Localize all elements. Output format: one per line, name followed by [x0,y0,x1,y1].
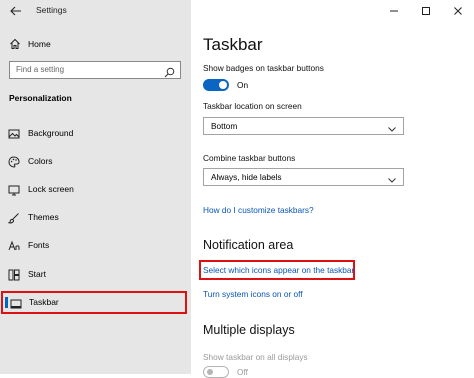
notification-area-heading: Notification area [203,238,294,252]
combine-label: Combine taskbar buttons [203,153,296,163]
sidebar-item-label: Background [28,128,74,138]
search-input[interactable]: Find a setting [9,61,181,79]
sidebar: Settings Home Find a setting Personaliza… [0,0,191,374]
sidebar-item-label: Themes [28,212,59,222]
system-icons-link[interactable]: Turn system icons on or off [203,289,303,299]
home-icon [8,38,21,51]
start-grid-icon [8,268,20,281]
page-title: Taskbar [203,35,263,54]
maximize-icon[interactable] [410,0,442,22]
sidebar-item-taskbar[interactable]: Taskbar [1,291,187,314]
sidebar-item-themes[interactable]: Themes [0,206,191,228]
selected-indicator [5,297,8,308]
sidebar-item-label: Lock screen [28,184,74,194]
sidebar-item-label: Colors [28,156,53,166]
sidebar-item-label: Fonts [28,240,50,250]
search-placeholder: Find a setting [16,65,65,74]
sidebar-item-label: Taskbar [29,297,59,307]
location-dropdown[interactable]: Bottom [203,117,404,135]
sidebar-item-background[interactable]: Background [0,122,191,144]
home-label: Home [28,39,51,49]
all-displays-toggle-state: Off [237,367,248,377]
toggle-knob [207,369,213,375]
home-nav-item[interactable]: Home [8,37,51,51]
location-label: Taskbar location on screen [203,101,302,111]
lock-screen-icon [8,183,20,196]
select-icons-link[interactable]: Select which icons appear on the taskbar [203,265,354,275]
show-on-all-displays-label: Show taskbar on all displays [203,352,308,362]
sidebar-item-label: Start [28,269,46,279]
sidebar-item-start[interactable]: Start [0,263,191,285]
window-title: Settings [36,5,67,15]
sidebar-item-lock-screen[interactable]: Lock screen [0,178,191,200]
palette-icon [8,155,20,168]
section-heading: Personalization [9,93,72,103]
brush-icon [7,211,20,224]
chevron-down-icon [387,121,397,132]
title-bar: Settings [0,0,191,22]
badges-toggle[interactable] [203,79,229,91]
multiple-displays-heading: Multiple displays [203,323,295,337]
font-icon [8,239,20,251]
window-controls [378,0,474,22]
close-icon[interactable] [442,0,474,22]
sidebar-item-fonts[interactable]: Fonts [0,234,191,256]
toggle-knob [219,81,227,89]
location-value: Bottom [211,121,238,131]
search-icon [164,65,175,78]
combine-dropdown[interactable]: Always, hide labels [203,168,404,186]
main-content: Taskbar Show badges on taskbar buttons O… [191,0,474,378]
sidebar-item-colors[interactable]: Colors [0,150,191,172]
customize-taskbars-link[interactable]: How do I customize taskbars? [203,205,314,215]
taskbar-icon [10,297,22,309]
picture-icon [8,127,20,139]
back-arrow-icon[interactable] [8,3,24,19]
chevron-down-icon [387,172,397,183]
badges-toggle-state: On [237,80,249,90]
all-displays-toggle[interactable] [203,366,229,378]
minimize-icon[interactable] [378,0,410,22]
combine-value: Always, hide labels [211,172,282,182]
badges-label: Show badges on taskbar buttons [203,63,324,73]
